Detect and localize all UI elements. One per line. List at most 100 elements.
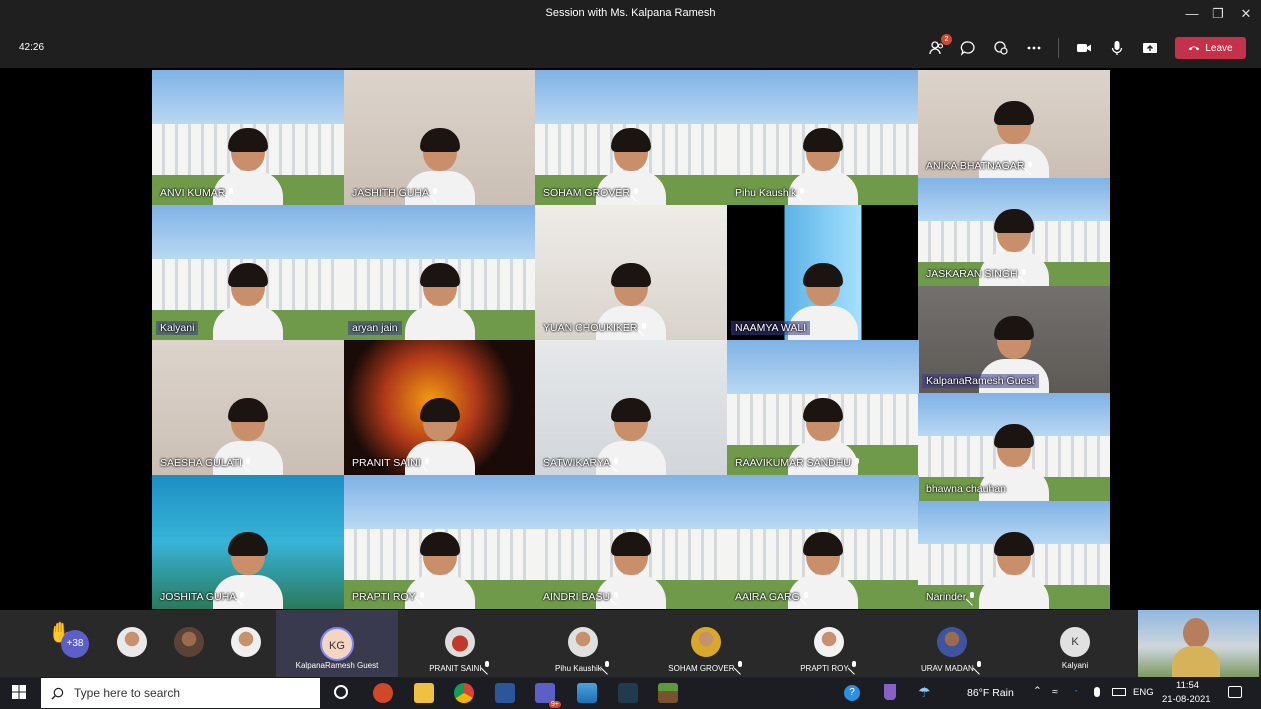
mic-muted-icon: [419, 592, 426, 602]
video-tile[interactable]: KalpanaRamesh Guest: [918, 286, 1110, 393]
participant-name: ANIKA BHATNAGAR: [926, 160, 1025, 172]
mic-muted-icon: [803, 592, 810, 602]
camera-icon[interactable]: [1073, 38, 1095, 58]
photos-icon[interactable]: [577, 683, 597, 703]
share-screen-icon[interactable]: [1139, 38, 1161, 58]
video-tile[interactable]: Narinder: [918, 501, 1110, 609]
video-tile[interactable]: SAESHA GULATI: [152, 340, 344, 475]
mic-muted-icon: [851, 661, 858, 671]
video-tile[interactable]: AAIRA GARG: [727, 475, 919, 609]
participant-name-label: bhawna chauhan: [922, 482, 1010, 496]
figure-body: [405, 306, 475, 340]
participant-name: aryan jain: [352, 322, 398, 334]
close-icon[interactable]: ✕: [1231, 4, 1261, 24]
windows-start-icon[interactable]: [12, 685, 26, 699]
strip-participant[interactable]: PRAPTI ROY: [768, 610, 890, 677]
clock-date[interactable]: 21-08-2021: [1162, 694, 1211, 705]
more-options-icon[interactable]: [1023, 38, 1045, 58]
participant-name-label: aryan jain: [348, 321, 402, 335]
avatar: [814, 627, 844, 657]
figure-hair: [228, 128, 268, 152]
strip-participant[interactable]: URAV MADAN: [891, 610, 1013, 677]
strip-avatar[interactable]: [172, 610, 206, 677]
raised-hands-indicator[interactable]: ✋ +38: [40, 610, 100, 677]
app-tray-icon[interactable]: [884, 684, 896, 700]
leave-button[interactable]: Leave: [1175, 37, 1246, 59]
video-tile[interactable]: PRAPTI ROY: [344, 475, 536, 609]
help-icon[interactable]: ?: [844, 685, 860, 701]
terminal-icon[interactable]: [618, 683, 638, 703]
strip-participant[interactable]: K Kalyani: [1014, 610, 1136, 677]
cortana-icon[interactable]: [334, 685, 348, 699]
strip-participant[interactable]: PRANIT SAINI: [399, 610, 521, 677]
taskbar-search-input[interactable]: Type here to search: [41, 678, 320, 708]
participant-strip: ✋ +38 KG KalpanaRamesh Guest PRANIT SAIN…: [0, 610, 1261, 677]
video-tile[interactable]: ANVI KUMAR: [152, 70, 344, 205]
strip-participant[interactable]: SOHAM GROVER: [645, 610, 767, 677]
video-tile[interactable]: bhawna chauhan: [918, 393, 1110, 501]
video-grid: ANVI KUMAR JASHITH GUHA SOHAM GROVER Pihu K…: [152, 70, 1110, 609]
video-tile[interactable]: Kalyani: [152, 205, 344, 340]
participants-badge: 2: [941, 34, 952, 45]
video-tile[interactable]: YUAN CHOUKIKER: [535, 205, 727, 340]
chat-icon[interactable]: [957, 38, 979, 58]
participant-name-label: Pihu Kaushik: [731, 186, 810, 200]
self-preview[interactable]: [1138, 610, 1259, 677]
figure-hair: [803, 398, 843, 422]
minecraft-icon[interactable]: [658, 683, 678, 703]
figure-hair: [420, 398, 460, 422]
phone-hangup-icon: [1189, 46, 1200, 51]
file-explorer-icon[interactable]: [414, 683, 434, 703]
powerpoint-icon[interactable]: [373, 683, 393, 703]
self-body: [1172, 646, 1220, 677]
figure-hair: [420, 532, 460, 556]
strip-participant[interactable]: Pihu Kaushik: [522, 610, 644, 677]
figure-hair: [420, 263, 460, 287]
participants-icon[interactable]: 2: [926, 34, 952, 58]
video-tile[interactable]: JASKARAN SINGH: [918, 178, 1110, 286]
word-icon[interactable]: [495, 683, 515, 703]
microphone-icon[interactable]: [1106, 38, 1128, 58]
participant-name-label: ANIKA BHATNAGAR: [922, 159, 1038, 173]
notification-icon[interactable]: [1228, 686, 1242, 698]
teams-icon[interactable]: 9+: [535, 683, 561, 708]
restore-icon[interactable]: ❐: [1203, 4, 1233, 24]
video-tile[interactable]: aryan jain: [344, 205, 536, 340]
participant-name: Narinder: [926, 591, 967, 603]
participant-name-label: SATWIKARYA: [539, 456, 624, 470]
strip-participant[interactable]: KG KalpanaRamesh Guest: [276, 610, 398, 677]
video-tile[interactable]: ANIKA BHATNAGAR: [918, 70, 1110, 178]
participant-name-label: SAESHA GULATI: [156, 456, 256, 470]
avatar: [568, 627, 598, 657]
toolbar-divider: [1058, 38, 1059, 58]
strip-avatar[interactable]: [115, 610, 149, 677]
avatar: [231, 627, 261, 657]
participant-label: URAV MADAN: [891, 661, 1013, 673]
avatar: [937, 627, 967, 657]
video-tile[interactable]: JOSHITA GUHA: [152, 475, 344, 609]
video-tile[interactable]: NAAMYA WALI: [727, 205, 919, 340]
battery-icon[interactable]: [1112, 688, 1126, 696]
chevron-up-icon[interactable]: ⌃: [1033, 685, 1042, 697]
participant-name: JASKARAN SINGH: [926, 268, 1018, 280]
mic-tray-icon[interactable]: [1094, 687, 1100, 697]
bluetooth-icon[interactable]: ᛫: [1073, 686, 1079, 698]
participant-label: PRAPTI ROY: [768, 661, 890, 673]
participant-name-label: PRANIT SAINI: [348, 456, 435, 470]
video-tile[interactable]: PRANIT SAINI: [344, 340, 536, 475]
weather-text[interactable]: 86°F Rain: [967, 687, 1014, 699]
clock-time[interactable]: 11:54: [1176, 680, 1199, 691]
chrome-icon[interactable]: [454, 683, 474, 703]
video-tile[interactable]: SATWIKARYA: [535, 340, 727, 475]
participant-name: ANVI KUMAR: [160, 187, 226, 199]
reactions-icon[interactable]: [990, 38, 1012, 58]
video-tile[interactable]: Pihu Kaushik: [727, 70, 919, 205]
leave-label: Leave: [1205, 42, 1233, 54]
language-indicator[interactable]: ENG: [1133, 687, 1154, 698]
strip-avatar[interactable]: [229, 610, 263, 677]
video-tile[interactable]: RAAVIKUMAR SANDHU: [727, 340, 919, 475]
video-tile[interactable]: AINDRI BASU: [535, 475, 727, 609]
video-tile[interactable]: JASHITH GUHA: [344, 70, 536, 205]
wifi-icon[interactable]: ≈: [1052, 686, 1058, 698]
video-tile[interactable]: SOHAM GROVER: [535, 70, 727, 205]
